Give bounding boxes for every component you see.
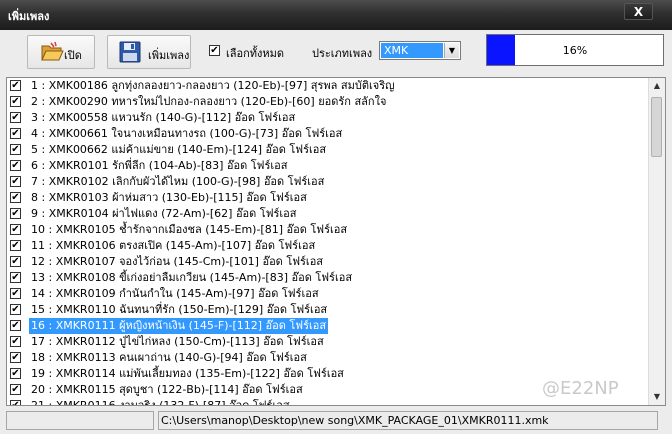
list-item-checkbox[interactable]: ✔ — [10, 384, 21, 395]
list-item[interactable]: ✔ 2 : XMK00290 ทหารใหม่ไปกอง-กลองยาว (120… — [7, 94, 649, 110]
list-item[interactable]: ✔ 14 : XMKR0109 กำนันกำใน (145-Am)-[97] อ… — [7, 286, 649, 302]
list-item-text: 17 : XMKR0112 ปู่ไข่ไก่หลง (150-Cm)-[113… — [31, 335, 324, 348]
list-item-checkbox[interactable]: ✔ — [10, 320, 21, 331]
close-button[interactable]: X — [624, 3, 653, 20]
status-file-path: C:\Users\manop\Desktop\new song\XMK_PACK… — [158, 411, 658, 430]
list-item-checkbox[interactable]: ✔ — [10, 144, 21, 155]
list-item-text: 14 : XMKR0109 กำนันกำใน (145-Am)-[97] อ๊… — [31, 287, 319, 300]
list-item-checkbox[interactable]: ✔ — [10, 80, 21, 91]
song-type-select[interactable]: XMK ▼ — [379, 41, 461, 60]
list-item[interactable]: ✔ 13 : XMKR0108 ขี้เก่งอย่าลืมเกวียน (145… — [7, 270, 649, 286]
list-item[interactable]: ✔ 11 : XMKR0106 ตรงสเปิค (145-Am)-[107] อ… — [7, 238, 649, 254]
list-item-checkbox[interactable]: ✔ — [10, 176, 21, 187]
list-item-text: 15 : XMKR0110 ฉันทนาที่รัก (150-Em)-[129… — [31, 303, 328, 316]
list-item[interactable]: ✔ 21 : XMKR0116 งามจริง (132-F)-[87] อ๊อด… — [7, 398, 649, 406]
list-item-text: 5 : XMK00662 แม่ค้าแม่ขาย (140-Em)-[124]… — [31, 143, 327, 156]
list-item[interactable]: ✔ 3 : XMK00558 แหวนรัก (140-G)-[112] อ๊อด… — [7, 110, 649, 126]
list-item-checkbox[interactable]: ✔ — [10, 272, 21, 283]
list-item-text: 9 : XMKR0104 ผ่าไฟแดง (72-Am)-[62] อ๊อด … — [31, 207, 297, 220]
list-item-text: 21 : XMKR0116 งามจริง (132-F)-[87] อ๊อด … — [31, 399, 290, 406]
select-all-label: เลือกทั้งหมด — [226, 47, 285, 60]
list-item-checkbox[interactable]: ✔ — [10, 240, 21, 251]
progress-bar: 16% — [486, 34, 664, 66]
list-item-checkbox[interactable]: ✔ — [10, 128, 21, 139]
list-item[interactable]: ✔ 1 : XMK00186 ลูกทุ่งกลองยาว-กลองยาว (12… — [7, 78, 649, 94]
list-item[interactable]: ✔ 7 : XMKR0102 เลิกกับผัวได้ไหม (100-G)-[… — [7, 174, 649, 190]
list-item[interactable]: ✔ 5 : XMK00662 แม่ค้าแม่ขาย (140-Em)-[124… — [7, 142, 649, 158]
status-segment-empty — [6, 411, 154, 430]
watermark: @E22NP — [542, 378, 619, 399]
list-item-text: 8 : XMKR0103 ผ้าห่มสาว (130-Eb)-[115] อ๊… — [31, 191, 307, 204]
floppy-disk-icon — [118, 41, 142, 63]
list-item-text: 20 : XMKR0115 สุดบูชา (122-Bb)-[114] อ๊อ… — [31, 383, 303, 396]
list-item-checkbox[interactable]: ✔ — [10, 352, 21, 363]
list-item-checkbox[interactable]: ✔ — [10, 400, 21, 405]
list-item[interactable]: ✔ 6 : XMKR0101 รักพี่ลีก (104-Ab)-[83] อ๊… — [7, 158, 649, 174]
song-list-rows: ✔ 1 : XMK00186 ลูกทุ่งกลองยาว-กลองยาว (12… — [7, 78, 649, 406]
scroll-up-icon[interactable]: ▲ — [649, 78, 665, 94]
list-item-text: 2 : XMK00290 ทหารใหม่ไปกอง-กลองยาว (120-… — [31, 95, 387, 108]
song-list[interactable]: ✔ 1 : XMK00186 ลูกทุ่งกลองยาว-กลองยาว (12… — [6, 77, 666, 406]
list-item-text: 3 : XMK00558 แหวนรัก (140-G)-[112] อ๊อด … — [31, 111, 296, 124]
add-song-button[interactable]: เพิ่มเพลง — [107, 35, 191, 69]
list-item-checkbox[interactable]: ✔ — [10, 304, 21, 315]
list-item-checkbox[interactable]: ✔ — [10, 112, 21, 123]
list-item-text: 12 : XMKR0107 จองไว้ก่อน (145-Cm)-[101] … — [31, 255, 324, 268]
scroll-down-icon[interactable]: ▼ — [649, 389, 665, 405]
select-all-checkbox[interactable]: ✔ — [209, 45, 220, 56]
list-item-checkbox[interactable]: ✔ — [10, 224, 21, 235]
list-item[interactable]: ✔ 15 : XMKR0110 ฉันทนาที่รัก (150-Em)-[12… — [7, 302, 649, 318]
list-item[interactable]: ✔ 4 : XMK00661 ใจนางเหมือนทางรถ (100-G)-[… — [7, 126, 649, 142]
list-item-text: 13 : XMKR0108 ขี้เก่งอย่าลืมเกวียน (145-… — [31, 271, 353, 284]
list-item-text: 6 : XMKR0101 รักพี่ลีก (104-Ab)-[83] อ๊อ… — [31, 159, 288, 172]
song-type-label: ประเภทเพลง — [312, 47, 373, 60]
add-song-window: เพิ่มเพลง X เปิด เพิ่มเพลง ✔ เลือกทั้งหม… — [0, 0, 672, 434]
list-item[interactable]: ✔ 17 : XMKR0112 ปู่ไข่ไก่หลง (150-Cm)-[11… — [7, 334, 649, 350]
scroll-thumb[interactable] — [651, 97, 662, 157]
list-item-text: 19 : XMKR0114 แม่พันเลี้ยมทอง (135-Em)-[… — [31, 367, 344, 380]
list-item[interactable]: ✔ 10 : XMKR0105 ช้ำรักจากเมืองชล (145-Em)… — [7, 222, 649, 238]
progress-text: 16% — [562, 44, 588, 57]
list-item-checkbox[interactable]: ✔ — [10, 368, 21, 379]
vertical-scrollbar[interactable]: ▲ ▼ — [648, 78, 665, 405]
title-bar[interactable]: เพิ่มเพลง X — [0, 0, 672, 30]
list-item-checkbox[interactable]: ✔ — [10, 96, 21, 107]
folder-open-icon — [40, 41, 64, 63]
list-item-text: 18 : XMKR0113 คนเผาถ่าน (140-G)-[94] อ๊อ… — [31, 351, 307, 364]
chevron-down-icon[interactable]: ▼ — [444, 43, 459, 58]
list-item-checkbox[interactable]: ✔ — [10, 336, 21, 347]
list-item[interactable]: ✔ 8 : XMKR0103 ผ้าห่มสาว (130-Eb)-[115] อ… — [7, 190, 649, 206]
list-item-checkbox[interactable]: ✔ — [10, 288, 21, 299]
open-button-label: เปิด — [64, 49, 82, 62]
list-item-text: 11 : XMKR0106 ตรงสเปิค (145-Am)-[107] อ๊… — [31, 239, 316, 252]
list-item-checkbox[interactable]: ✔ — [10, 160, 21, 171]
open-button[interactable]: เปิด — [27, 35, 95, 69]
list-item-checkbox[interactable]: ✔ — [10, 192, 21, 203]
list-item-text: 10 : XMKR0105 ช้ำรักจากเมืองชล (145-Em)-… — [31, 223, 348, 236]
list-item[interactable]: ✔ 9 : XMKR0104 ผ่าไฟแดง (72-Am)-[62] อ๊อด… — [7, 206, 649, 222]
list-item-text: 4 : XMK00661 ใจนางเหมือนทางรถ (100-G)-[7… — [31, 127, 343, 140]
status-bar: C:\Users\manop\Desktop\new song\XMK_PACK… — [0, 408, 672, 434]
list-item[interactable]: ✔ 18 : XMKR0113 คนเผาถ่าน (140-G)-[94] อ๊… — [7, 350, 649, 366]
list-item-text: 16 : XMKR0111 ผู้หญิงหน้าเงิน (145-F)-[1… — [29, 318, 329, 334]
list-item-text: 1 : XMK00186 ลูกทุ่งกลองยาว-กลองยาว (120… — [31, 79, 395, 92]
list-item-checkbox[interactable]: ✔ — [10, 208, 21, 219]
list-item[interactable]: ✔ 12 : XMKR0107 จองไว้ก่อน (145-Cm)-[101]… — [7, 254, 649, 270]
window-title: เพิ่มเพลง — [8, 10, 50, 23]
song-type-value: XMK — [381, 43, 443, 58]
list-item-text: 7 : XMKR0102 เลิกกับผัวได้ไหม (100-G)-[9… — [31, 175, 325, 188]
list-item[interactable]: ✔ 16 : XMKR0111 ผู้หญิงหน้าเงิน (145-F)-[… — [7, 318, 649, 334]
add-song-button-label: เพิ่มเพลง — [148, 49, 190, 62]
list-item-checkbox[interactable]: ✔ — [10, 256, 21, 267]
